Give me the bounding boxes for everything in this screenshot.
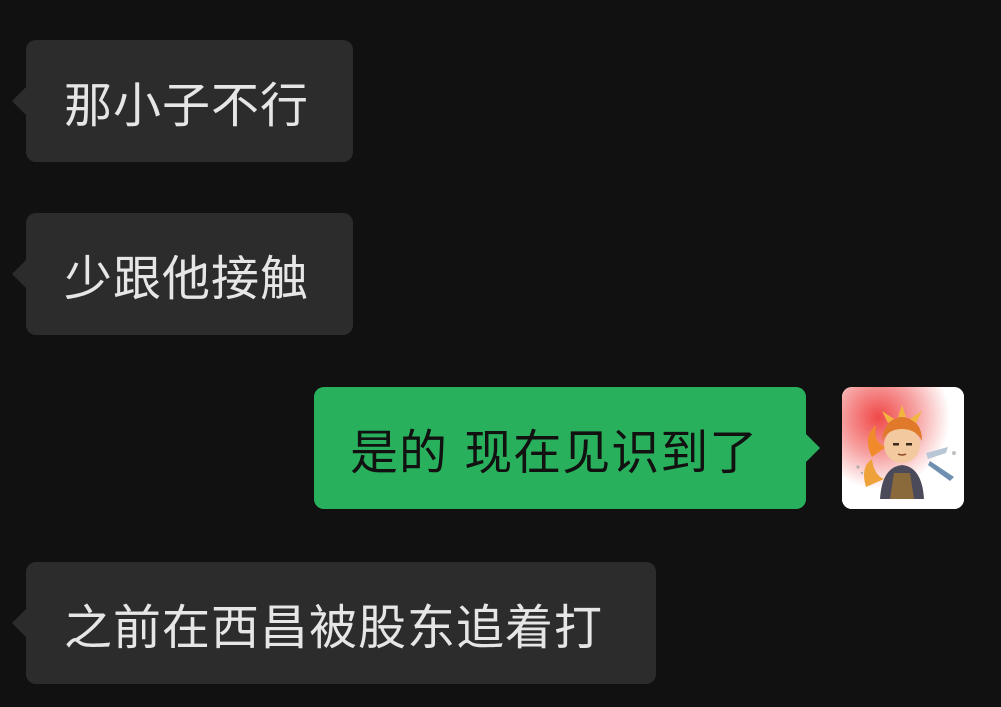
user-avatar[interactable] — [842, 387, 964, 509]
message-text: 是的 现在见识到了 — [350, 425, 759, 481]
chat-conversation: 那小子不行 少跟他接触 是的 现在见识到了 之前在西昌被股东追着打 — [0, 0, 1001, 707]
incoming-message-bubble[interactable]: 之前在西昌被股东追着打 — [12, 562, 656, 684]
incoming-message-bubble[interactable]: 少跟他接触 — [12, 213, 353, 335]
message-text: 那小子不行 — [64, 78, 310, 134]
incoming-message-bubble[interactable]: 那小子不行 — [12, 40, 353, 162]
cartoon-warrior-avatar-icon — [842, 387, 964, 509]
message-text: 之前在西昌被股东追着打 — [64, 600, 604, 656]
message-text: 少跟他接触 — [64, 251, 310, 307]
outgoing-message-bubble[interactable]: 是的 现在见识到了 — [314, 387, 820, 509]
